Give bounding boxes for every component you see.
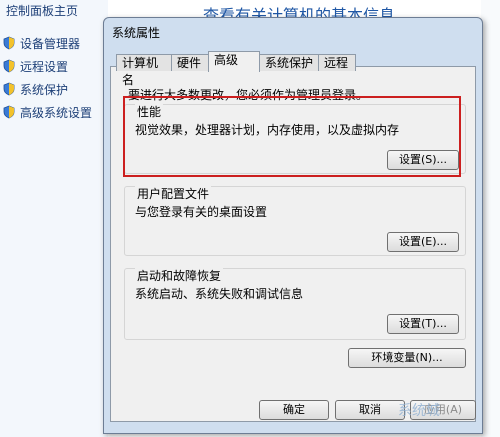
shield-icon <box>2 59 16 73</box>
startup-recovery-settings-button[interactable]: 设置(T)... <box>387 314 459 334</box>
sidebar-link-remote-settings[interactable]: 远程设置 <box>2 58 68 75</box>
background-right-strip <box>481 0 500 437</box>
shield-icon <box>2 82 16 96</box>
tab-hardware[interactable]: 硬件 <box>171 54 209 71</box>
watermark: 系统城 <box>398 403 440 419</box>
performance-title: 性能 <box>135 103 164 120</box>
performance-settings-button[interactable]: 设置(S)... <box>387 150 459 170</box>
sidebar-link-label: 系统保护 <box>20 83 69 97</box>
system-properties-dialog: 系统属性 计算机名 硬件 高级 系统保护 远程 要进行大多数更改，您必须作为管理… <box>103 17 483 434</box>
performance-group: 性能 视觉效果，处理器计划，内存使用，以及虚拟内存 设置(S)... <box>124 103 466 174</box>
sidebar-link-label: 高级系统设置 <box>20 106 93 120</box>
tab-computer-name[interactable]: 计算机名 <box>116 54 172 87</box>
environment-variables-button[interactable]: 环境变量(N)... <box>348 348 466 368</box>
shield-icon <box>2 105 16 119</box>
tab-system-protection[interactable]: 系统保护 <box>259 54 319 71</box>
cancel-button[interactable]: 取消 <box>335 400 405 420</box>
control-panel-home-link[interactable]: 控制面板主页 <box>6 2 78 19</box>
user-profiles-title: 用户配置文件 <box>135 185 212 202</box>
tab-remote[interactable]: 远程 <box>318 54 356 71</box>
user-profiles-group: 用户配置文件 与您登录有关的桌面设置 设置(E)... <box>124 185 466 256</box>
sidebar-link-system-protection[interactable]: 系统保护 <box>2 81 68 98</box>
ok-button[interactable]: 确定 <box>259 400 329 420</box>
shield-icon <box>2 36 16 50</box>
admin-notice: 要进行大多数更改，您必须作为管理员登录。 <box>128 88 369 102</box>
user-profiles-description: 与您登录有关的桌面设置 <box>135 205 268 219</box>
sidebar-link-device-manager[interactable]: 设备管理器 <box>2 35 80 52</box>
user-profiles-settings-button[interactable]: 设置(E)... <box>387 232 459 252</box>
performance-description: 视觉效果，处理器计划，内存使用，以及虚拟内存 <box>135 123 400 137</box>
dialog-title: 系统属性 <box>112 26 161 40</box>
sidebar-link-label: 设备管理器 <box>20 37 81 51</box>
tab-advanced[interactable]: 高级 <box>208 51 260 72</box>
sidebar-link-advanced-settings[interactable]: 高级系统设置 <box>2 104 92 121</box>
startup-recovery-description: 系统启动、系统失败和调试信息 <box>135 287 304 301</box>
startup-recovery-group: 启动和故障恢复 系统启动、系统失败和调试信息 设置(T)... <box>124 267 466 340</box>
startup-recovery-title: 启动和故障恢复 <box>135 267 224 284</box>
sidebar-link-label: 远程设置 <box>20 60 69 74</box>
